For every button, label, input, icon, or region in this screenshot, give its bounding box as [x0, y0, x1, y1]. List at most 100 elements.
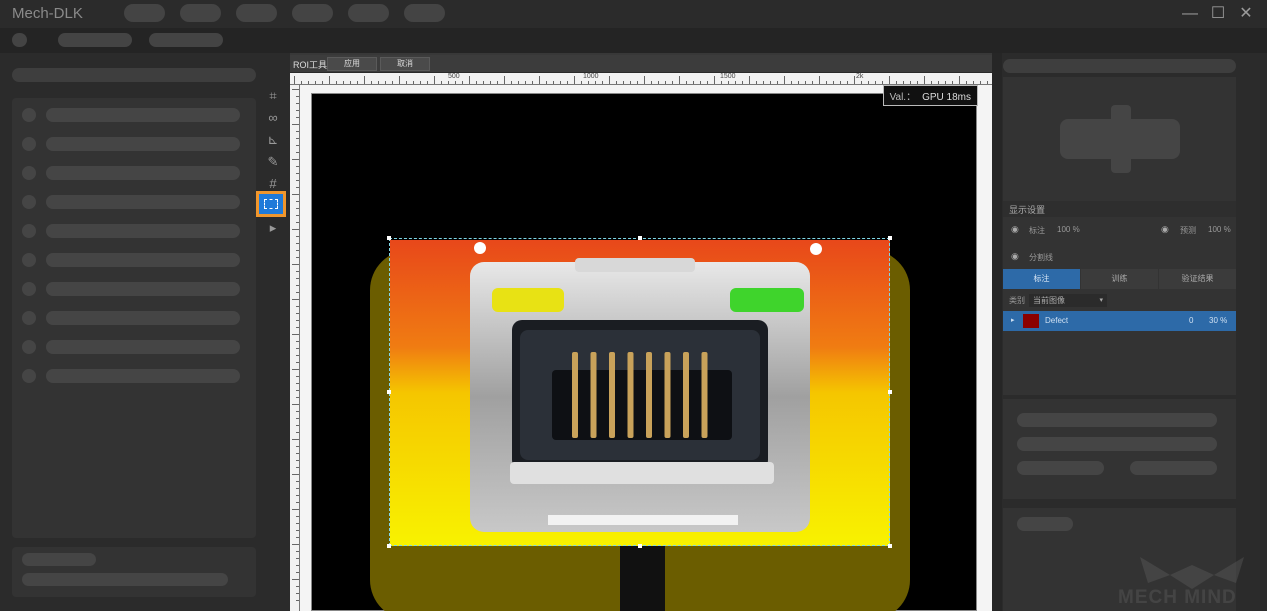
cancel-button[interactable]: 取消	[380, 57, 430, 71]
ruler-tick	[952, 81, 953, 84]
list-item[interactable]	[22, 107, 240, 123]
tab-train[interactable]: 训练	[1081, 269, 1158, 289]
ruler-tick	[546, 81, 547, 84]
menu-item-6[interactable]	[404, 4, 445, 22]
crop-icon[interactable]: ⌗	[262, 87, 284, 105]
ruler-tick	[296, 313, 299, 314]
defect-name: Defect	[1045, 316, 1069, 325]
action-bar-2[interactable]	[1017, 437, 1217, 451]
close-icon[interactable]: ✕	[1236, 4, 1256, 24]
roi-handle-bl[interactable]	[387, 544, 391, 548]
toolbar-item-2[interactable]	[58, 33, 132, 47]
ruler-tick	[462, 81, 463, 84]
ruler-tick	[644, 76, 645, 84]
label-opacity[interactable]: 100 %	[1057, 225, 1080, 234]
defect-row[interactable]: ▸ Defect 0 30 %	[1003, 311, 1236, 331]
apply-button[interactable]: 应用	[327, 57, 377, 71]
footer-bar-1	[22, 553, 96, 566]
menu-item-3[interactable]	[236, 4, 277, 22]
ruler-tick	[448, 81, 449, 84]
ruler-tick	[819, 76, 820, 84]
roi-handle-mr[interactable]	[888, 390, 892, 394]
ruler-tick	[296, 502, 299, 503]
minimize-icon[interactable]: —	[1180, 4, 1200, 24]
menu-item-2[interactable]	[180, 4, 221, 22]
ruler-tick	[296, 166, 299, 167]
expand-arrow-icon[interactable]: ▸	[1011, 311, 1015, 331]
ruler-tick	[296, 180, 299, 181]
left-panel-footer	[12, 547, 256, 597]
list-item[interactable]	[22, 223, 240, 239]
ruler-tick	[296, 355, 299, 356]
menu-item-4[interactable]	[292, 4, 333, 22]
toolbar-item-1[interactable]	[12, 33, 27, 47]
module-list	[12, 98, 256, 538]
ruler-tick	[427, 81, 428, 84]
predict-eye-icon[interactable]: ◉	[1161, 224, 1169, 235]
ruler-tick	[292, 334, 299, 335]
link-icon[interactable]: ∞	[262, 109, 284, 127]
tab-validation[interactable]: 验证结果	[1159, 269, 1236, 289]
roi-handle-bm[interactable]	[638, 544, 642, 548]
roi-handle-tr[interactable]	[888, 236, 892, 240]
vertical-ruler	[290, 85, 300, 611]
eraser-icon[interactable]: ✎	[262, 153, 284, 171]
roi-handle-tl[interactable]	[387, 236, 391, 240]
ruler-tick	[609, 76, 610, 84]
ruler-tick	[296, 187, 299, 188]
roi-selection-box[interactable]	[387, 236, 892, 548]
list-item[interactable]	[22, 165, 240, 181]
ruler-tick	[826, 81, 827, 84]
polygon-icon[interactable]: ⊾	[262, 131, 284, 149]
maximize-icon[interactable]: ☐	[1208, 4, 1228, 24]
tab-label[interactable]: 标注	[1003, 269, 1080, 289]
ruler-tick	[292, 439, 299, 440]
ruler-tick	[296, 467, 299, 468]
play-select-icon[interactable]: ▸	[262, 219, 284, 237]
menu-item-1[interactable]	[124, 4, 165, 22]
list-item[interactable]	[22, 136, 240, 152]
ruler-tick	[938, 81, 939, 84]
ruler-tick	[296, 278, 299, 279]
ruler-tick	[651, 81, 652, 84]
list-item[interactable]	[22, 310, 240, 326]
menu-item-5[interactable]	[348, 4, 389, 22]
ruler-tick	[292, 404, 299, 405]
list-item[interactable]	[22, 252, 240, 268]
roi-handle-ml[interactable]	[387, 390, 391, 394]
list-item[interactable]	[22, 281, 240, 297]
list-item[interactable]	[22, 339, 240, 355]
chevron-down-icon: ▾	[1099, 297, 1103, 304]
footer-pill[interactable]	[1017, 517, 1073, 531]
category-select[interactable]: 当前图像 ▾	[1029, 294, 1107, 307]
divider-eye-icon[interactable]: ◉	[1011, 251, 1019, 262]
roi-handle-br[interactable]	[888, 544, 892, 548]
roi-handle-tm[interactable]	[638, 236, 642, 240]
ruler-tick	[924, 76, 925, 84]
ruler-tick	[296, 551, 299, 552]
toolbar-item-3[interactable]	[149, 33, 223, 47]
list-item[interactable]	[22, 368, 240, 384]
ruler-label-500: 500	[448, 73, 460, 80]
action-bar-1[interactable]	[1017, 413, 1217, 427]
tool-strip: ⌗ ∞ ⊾ ✎ # ▸	[256, 85, 288, 245]
roi-select-icon[interactable]	[256, 191, 286, 217]
ruler-tick	[296, 481, 299, 482]
ruler-tick	[679, 76, 680, 84]
action-bar-4[interactable]	[1130, 461, 1217, 475]
ruler-tick	[296, 208, 299, 209]
ruler-tick	[616, 81, 617, 84]
label-eye-icon[interactable]: ◉	[1011, 224, 1019, 235]
ruler-tick	[406, 81, 407, 84]
predict-opacity[interactable]: 100 %	[1208, 225, 1231, 234]
defect-color-swatch[interactable]	[1023, 314, 1039, 328]
category-select-value: 当前图像	[1033, 296, 1065, 305]
ruler-tick	[296, 306, 299, 307]
action-bar-3[interactable]	[1017, 461, 1104, 475]
ruler-tick	[868, 81, 869, 84]
list-item[interactable]	[22, 194, 240, 210]
ruler-tick	[296, 285, 299, 286]
ruler-tick	[343, 81, 344, 84]
ruler-tick	[296, 418, 299, 419]
ruler-tick	[296, 425, 299, 426]
